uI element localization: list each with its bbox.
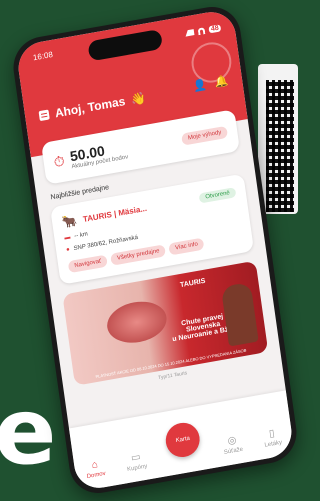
nav-leaflets[interactable]: ▯ Letáky (262, 427, 282, 449)
points-text: 50.00 Aktuálny počet bodov (69, 139, 129, 170)
points-icon: ⏱ (52, 151, 66, 170)
meat-image (104, 297, 170, 348)
background-letter: e (0, 378, 57, 485)
status-time: 16:08 (32, 49, 54, 63)
nav-contests-label: Súťaže (223, 446, 244, 456)
greeting: Ahoj, Tomas 👋 (38, 90, 147, 123)
distance-icon: ▬ (64, 234, 71, 242)
nav-contests[interactable]: ◎ Súťaže (222, 434, 244, 456)
home-icon: ⌂ (91, 459, 99, 472)
profile-icon[interactable]: 👤 (192, 78, 207, 93)
qr-code-icon (266, 80, 294, 212)
battery-icon: 48 (208, 23, 222, 33)
nav-coupons[interactable]: ▭ Kupóny (125, 451, 148, 473)
status-icons: 48 (184, 20, 222, 40)
wifi-icon (197, 26, 206, 35)
leaflet-icon: ▯ (268, 427, 276, 440)
trophy-icon: ◎ (226, 434, 238, 448)
card-button[interactable]: Karta (163, 420, 202, 460)
points-summary: ⏱ 50.00 Aktuálny počet bodov (52, 139, 129, 174)
nav-card[interactable]: Karta (163, 420, 203, 466)
navigate-button[interactable]: Navigovať (67, 254, 109, 274)
app-screen: 16:08 48 Ahoj, Tomas 👋 👤 🔔 ⏱ 50.00 Aktuá… (15, 8, 295, 492)
dynamic-island (87, 28, 164, 62)
location-pin-icon: ● (65, 246, 71, 254)
bottom-navigation: ⌂ Domov ▭ Kupóny Karta ◎ Súťaže ▯ Letáky (69, 390, 295, 492)
nav-coupons-label: Kupóny (126, 463, 148, 474)
distance-text: -- km (73, 231, 89, 240)
coupon-icon: ▭ (130, 451, 142, 465)
status-badge: Otvorené (198, 187, 237, 204)
menu-icon[interactable] (38, 109, 50, 122)
nav-home[interactable]: ⌂ Domov (85, 458, 106, 480)
bell-icon[interactable]: 🔔 (214, 74, 229, 89)
benefits-button[interactable]: Moje výhody (181, 125, 229, 146)
main-content: ⏱ 50.00 Aktuálny počet bodov Moje výhody… (29, 107, 281, 398)
signal-icon (184, 29, 195, 37)
nav-leaflets-label: Letáky (264, 439, 283, 449)
greeting-text: Ahoj, Tomas (54, 94, 127, 121)
nav-card-label: Karta (175, 435, 191, 445)
chef-image (220, 281, 259, 347)
nav-home-label: Domov (86, 470, 107, 481)
all-stores-button[interactable]: Všetky predajne (110, 244, 167, 266)
banner-brand: TAURIS (179, 277, 206, 290)
store-logo-icon: 🐂 (61, 213, 79, 230)
wave-icon: 👋 (130, 90, 147, 107)
more-info-button[interactable]: Viac info (168, 237, 205, 256)
